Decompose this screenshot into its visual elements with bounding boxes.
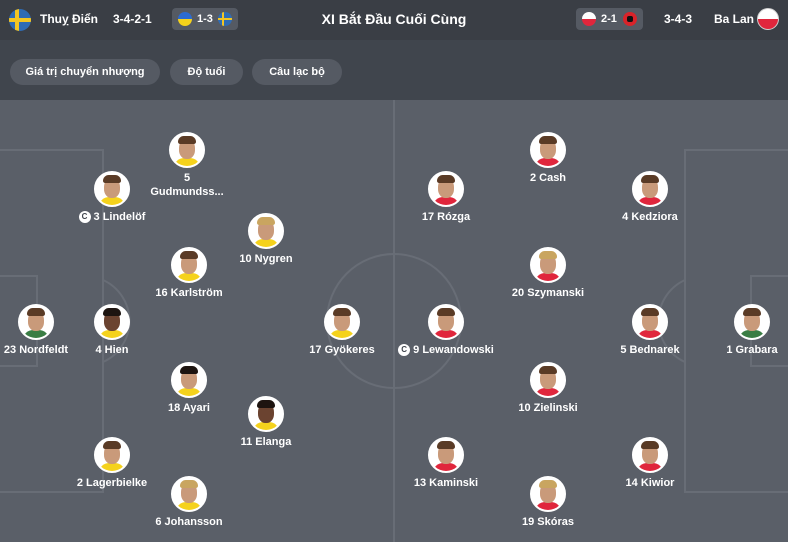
filter-age-button[interactable]: Độ tuổi bbox=[170, 59, 243, 85]
player-avatar bbox=[428, 171, 464, 207]
player-label-row: C9 Lewandowski bbox=[381, 343, 511, 357]
player-avatar bbox=[530, 476, 566, 512]
player-label: 10 Zielinski bbox=[518, 402, 578, 414]
player-johansson[interactable]: 6 Johansson bbox=[124, 476, 254, 529]
player-lewandowski[interactable]: C9 Lewandowski bbox=[381, 304, 511, 357]
player-avatar bbox=[428, 304, 464, 340]
player-hien[interactable]: 4 Hien bbox=[47, 304, 177, 357]
player-avatar bbox=[428, 437, 464, 473]
poland-mini-flag-icon bbox=[582, 12, 596, 26]
player-avatar bbox=[94, 437, 130, 473]
player-skoras[interactable]: 19 Skóras bbox=[483, 476, 613, 529]
player-label-row: C3 Lindelöf bbox=[47, 210, 177, 224]
poland-flag-icon bbox=[757, 8, 779, 30]
player-avatar bbox=[324, 304, 360, 340]
player-lindelof[interactable]: C3 Lindelöf bbox=[47, 171, 177, 224]
player-avatar bbox=[530, 362, 566, 398]
player-label: 20 Szymanski bbox=[511, 287, 585, 299]
player-kedziora[interactable]: 4 Kedziora bbox=[585, 171, 715, 224]
albania-flag-icon bbox=[623, 12, 637, 26]
player-label: 4 Hien bbox=[95, 344, 129, 356]
player-avatar bbox=[171, 247, 207, 283]
player-avatar bbox=[171, 476, 207, 512]
player-elanga[interactable]: 11 Elanga bbox=[201, 396, 331, 449]
player-rozga[interactable]: 17 Rózga bbox=[381, 171, 511, 224]
filter-club-button[interactable]: Câu lạc bộ bbox=[252, 59, 342, 85]
player-label: 19 Skóras bbox=[522, 516, 574, 528]
player-grabara[interactable]: 1 Grabara bbox=[687, 304, 788, 357]
captain-icon: C bbox=[78, 211, 91, 223]
match-header: Thuỵ Điển 3-4-2-1 1-3 XI Bắt Đầu Cuối Cù… bbox=[0, 0, 788, 40]
player-avatar bbox=[169, 132, 205, 168]
filter-market-value-button[interactable]: Giá trị chuyển nhượng bbox=[10, 59, 160, 85]
away-last-match-badge[interactable]: 2-1 bbox=[576, 8, 643, 30]
away-team-name[interactable]: Ba Lan bbox=[714, 12, 754, 26]
player-label: 1 Grabara bbox=[726, 344, 778, 356]
player-karlstrom[interactable]: 16 Karlström bbox=[124, 247, 254, 300]
captain-icon: C bbox=[398, 344, 411, 356]
player-label: 9 Lewandowski bbox=[413, 344, 494, 356]
player-avatar bbox=[248, 213, 284, 249]
player-szymanski[interactable]: 20 Szymanski bbox=[483, 247, 613, 300]
player-avatar bbox=[94, 171, 130, 207]
player-avatar bbox=[248, 396, 284, 432]
player-label: 17 Rózga bbox=[421, 211, 471, 223]
player-avatar bbox=[632, 304, 668, 340]
player-avatar bbox=[632, 437, 668, 473]
away-formation: 3-4-3 bbox=[664, 12, 693, 26]
player-label: 3 Lindelöf bbox=[93, 211, 146, 223]
away-last-score: 2-1 bbox=[601, 13, 617, 25]
player-label: 16 Karlström bbox=[155, 287, 223, 299]
player-zielinski[interactable]: 10 Zielinski bbox=[483, 362, 613, 415]
player-label: 4 Kedziora bbox=[622, 211, 678, 223]
player-avatar bbox=[632, 171, 668, 207]
player-avatar bbox=[94, 304, 130, 340]
player-avatar bbox=[530, 132, 566, 168]
player-avatar bbox=[734, 304, 770, 340]
player-avatar bbox=[530, 247, 566, 283]
player-label: 6 Johansson bbox=[155, 516, 223, 528]
player-avatar bbox=[171, 362, 207, 398]
player-label: 11 Elanga bbox=[240, 436, 292, 448]
